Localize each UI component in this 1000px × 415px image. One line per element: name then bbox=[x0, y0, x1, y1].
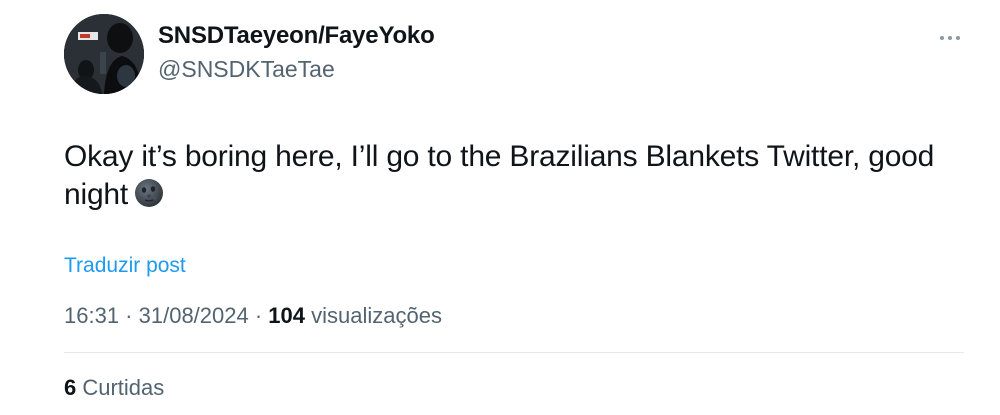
user-handle[interactable]: @SNSDKTaeTae bbox=[158, 56, 335, 83]
post-time[interactable]: 16:31 bbox=[64, 303, 119, 328]
more-horizontal-icon bbox=[940, 36, 944, 40]
avatar[interactable] bbox=[64, 14, 144, 94]
more-options-button[interactable] bbox=[930, 26, 970, 50]
post-text: Okay it’s boring here, I’ll go to the Br… bbox=[64, 140, 935, 211]
views-label[interactable]: visualizações bbox=[305, 303, 442, 328]
display-name[interactable]: SNSDTaeyeon/FayeYoko bbox=[158, 22, 435, 50]
more-dot bbox=[956, 36, 960, 40]
post-metadata: 16:31 · 31/08/2024 · 104 visualizações bbox=[64, 303, 442, 329]
more-dot bbox=[948, 36, 952, 40]
likes-link[interactable]: 6 Curtidas bbox=[64, 375, 164, 401]
views-count[interactable]: 104 bbox=[268, 303, 305, 328]
avatar-image bbox=[64, 14, 144, 94]
likes-label: Curtidas bbox=[76, 375, 165, 400]
divider bbox=[64, 352, 964, 353]
meta-separator: · bbox=[248, 303, 269, 328]
post-text-container: Okay it’s boring here, I’ll go to the Br… bbox=[64, 138, 944, 214]
meta-separator: · bbox=[119, 303, 139, 328]
translate-post-link[interactable]: Traduzir post bbox=[64, 254, 186, 278]
tweet-detail: SNSDTaeyeon/FayeYoko @SNSDKTaeTae Okay i… bbox=[0, 0, 1000, 415]
likes-count: 6 bbox=[64, 375, 77, 400]
post-date[interactable]: 31/08/2024 bbox=[139, 303, 249, 328]
new-moon-face-icon bbox=[135, 179, 164, 207]
